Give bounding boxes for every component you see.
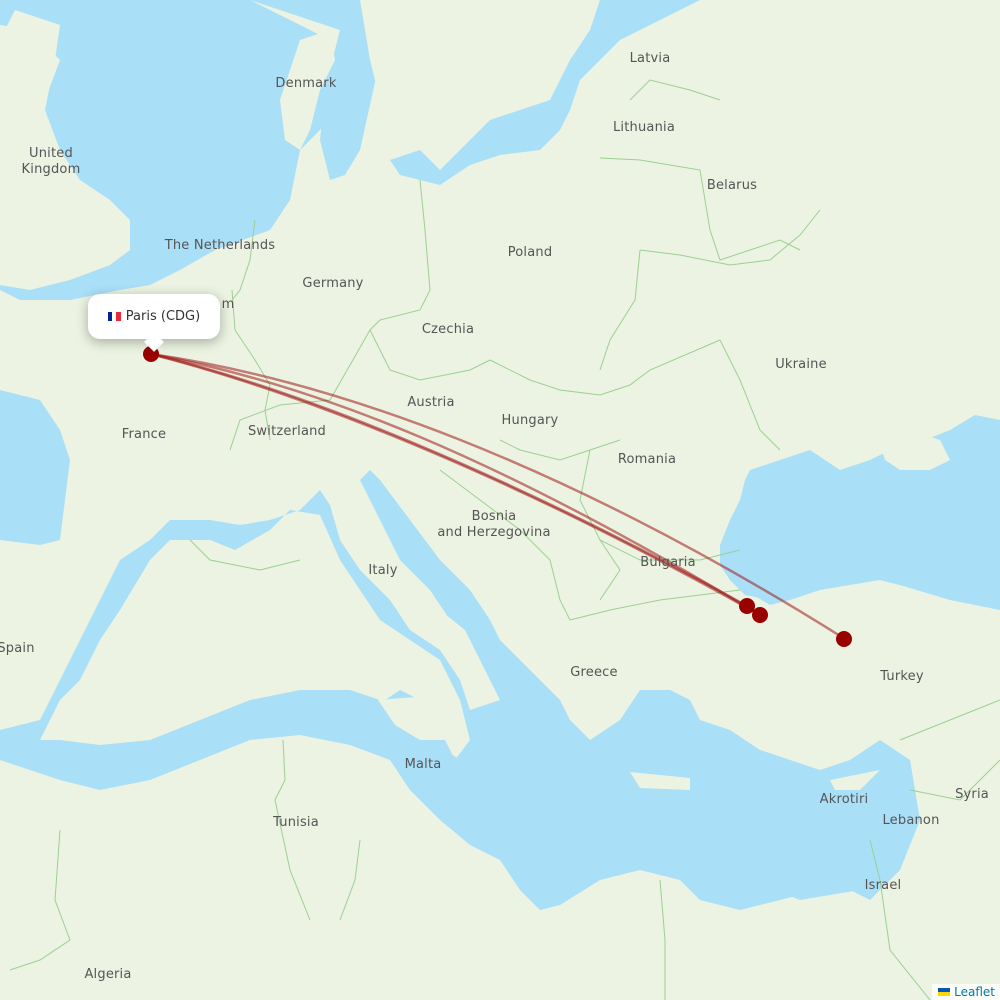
airport-marker-saw[interactable]: [752, 607, 768, 623]
label-bulgaria: Bulgaria: [640, 555, 696, 570]
label-lebanon: Lebanon: [882, 813, 940, 828]
map-attribution: Leaflet: [932, 984, 1000, 1000]
airport-marker-ist[interactable]: [739, 598, 755, 614]
label-austria: Austria: [407, 395, 455, 410]
label-italy: Italy: [368, 563, 398, 578]
fr-flag-icon: [107, 312, 121, 321]
label-belarus: Belarus: [706, 178, 758, 193]
label-malta: Malta: [404, 757, 442, 772]
label-romania: Romania: [617, 452, 677, 467]
label-israel: Israel: [864, 878, 902, 893]
label-spain: Spain: [0, 641, 35, 656]
label-greece: Greece: [570, 665, 618, 680]
map-tiles: [0, 0, 1000, 1000]
label-syria: Syria: [955, 787, 989, 802]
label-algeria: Algeria: [84, 967, 132, 982]
label-hungary: Hungary: [501, 413, 559, 428]
airport-popup[interactable]: Paris (CDG): [88, 294, 220, 352]
label-poland: Poland: [507, 245, 553, 260]
label-bosnia: Bosnia and Herzegovina: [437, 509, 551, 540]
label-lithuania: Lithuania: [612, 120, 676, 135]
label-tunisia: Tunisia: [273, 815, 319, 830]
label-netherlands: The Netherlands: [164, 238, 276, 253]
label-akrotiri: Akrotiri: [819, 792, 869, 807]
ukraine-flag-icon: [938, 988, 951, 996]
label-united-kingdom: United Kingdom: [21, 146, 81, 177]
label-latvia: Latvia: [629, 51, 671, 66]
leaflet-link[interactable]: Leaflet: [954, 985, 995, 999]
label-ukraine: Ukraine: [775, 357, 827, 372]
map-view[interactable]: Latvia Denmark Lithuania United Kingdom …: [0, 0, 1000, 1000]
label-czechia: Czechia: [421, 322, 475, 337]
airport-marker-esb[interactable]: [836, 631, 852, 647]
label-germany: Germany: [302, 276, 364, 291]
label-france: France: [121, 427, 167, 442]
popup-airport-name: Paris (CDG): [125, 309, 201, 324]
label-turkey: Turkey: [880, 669, 924, 684]
label-switzerland: Switzerland: [247, 424, 327, 439]
label-denmark: Denmark: [275, 76, 337, 91]
label-belgium-partial: m: [221, 297, 235, 312]
